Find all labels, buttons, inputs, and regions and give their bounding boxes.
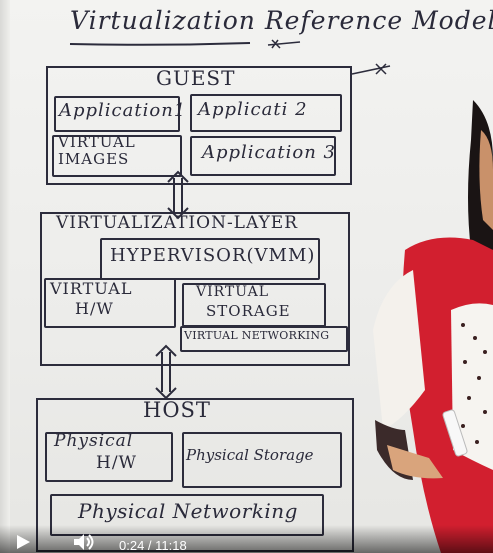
physical-hw-line1: Physical <box>54 431 134 451</box>
virtual-images-label: VIRTUAL IMAGES <box>58 134 178 168</box>
virtual-hw-line1: VIRTUAL <box>50 279 133 298</box>
play-icon[interactable] <box>14 533 34 551</box>
player-controls: 0:24 / 11:18 <box>0 525 493 553</box>
virtual-hw-line2: H/W <box>75 299 114 318</box>
application-2-label: Applicati 2 <box>198 99 308 120</box>
application-3-label: Application 3 <box>202 142 336 163</box>
double-arrow-lower <box>155 344 177 400</box>
volume-icon[interactable] <box>72 533 96 551</box>
virtual-images-text: VIRTUAL IMAGES <box>58 133 136 168</box>
virtualization-layer-label: VIRTUALIZATION-LAYER <box>56 213 298 233</box>
guest-label: GUEST <box>156 66 236 90</box>
hypervisor-label: HYPERVISOR(VMM) <box>110 245 316 266</box>
presenter <box>373 100 493 553</box>
virtual-networking-label: VIRTUAL NETWORKING <box>184 329 330 342</box>
virtual-storage-line2: STORAGE <box>206 302 291 320</box>
application-1-label: Application1 <box>59 100 187 121</box>
physical-hw-line2: H/W <box>96 453 138 473</box>
time-display: 0:24 / 11:18 <box>119 538 187 553</box>
whiteboard-edge <box>0 0 10 553</box>
video-frame[interactable]: Virtualization Reference Model:- GUEST A… <box>0 0 493 553</box>
virtual-storage-line1: VIRTUAL <box>196 284 270 300</box>
physical-storage-label: Physical Storage <box>186 446 314 464</box>
physical-networking-label: Physical Networking <box>78 499 298 523</box>
host-label: HOST <box>143 398 211 422</box>
